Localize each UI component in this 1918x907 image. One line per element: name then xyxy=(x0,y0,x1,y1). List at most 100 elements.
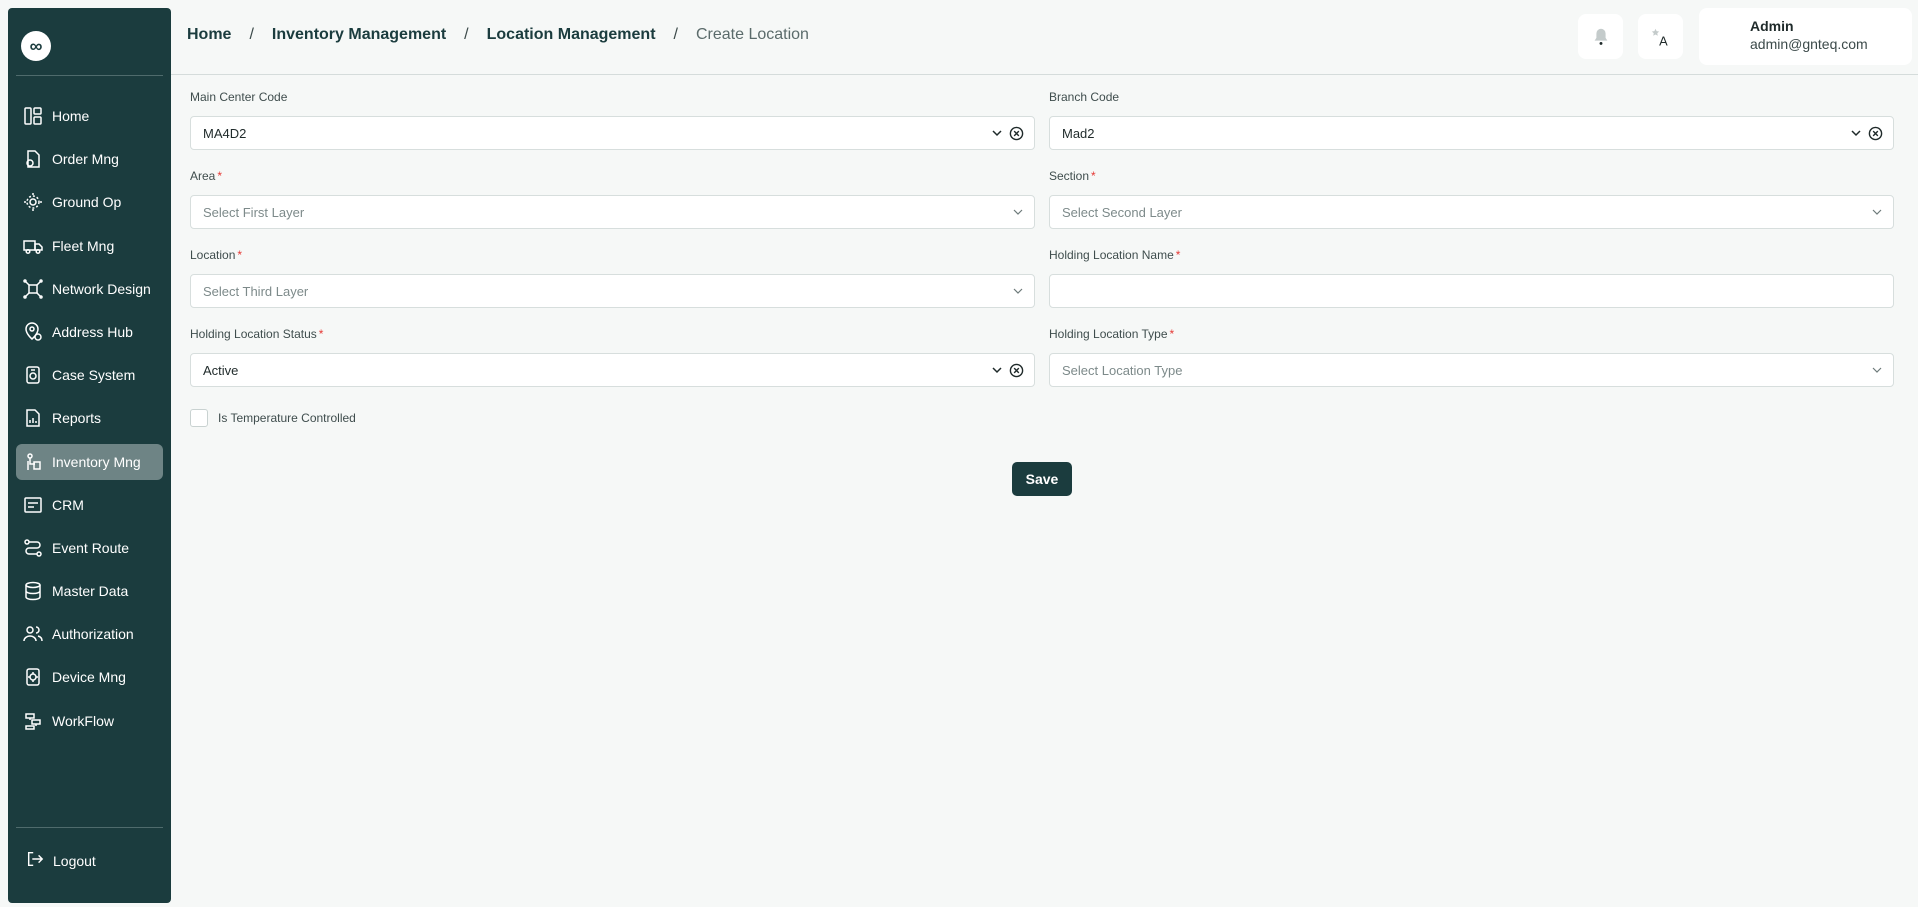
breadcrumb-separator: / xyxy=(464,26,469,43)
main-center-code-value: MA4D2 xyxy=(203,125,247,141)
sidebar-item-device-mng[interactable]: Device Mng xyxy=(16,659,163,695)
branch-code-select[interactable]: Mad2 xyxy=(1049,116,1894,150)
inventory-icon xyxy=(22,451,44,473)
truck-icon xyxy=(22,235,44,257)
clear-icon[interactable] xyxy=(1868,126,1883,141)
sidebar-item-ground-op[interactable]: Ground Op xyxy=(16,184,163,220)
users-icon xyxy=(22,623,44,645)
breadcrumb-location-management[interactable]: Location Management xyxy=(487,26,656,44)
holding-location-type-placeholder: Select Location Type xyxy=(1062,362,1183,378)
breadcrumb-inventory-management[interactable]: Inventory Management xyxy=(272,26,446,44)
svg-text:A: A xyxy=(1659,33,1668,48)
breadcrumb-separator: / xyxy=(249,26,254,43)
branch-code-value: Mad2 xyxy=(1062,125,1095,141)
holding-location-status-label: Holding Location Status * xyxy=(190,327,324,341)
section-label: Section * xyxy=(1049,169,1096,183)
sidebar-item-workflow[interactable]: WorkFlow xyxy=(16,703,163,739)
app-logo[interactable]: ∞ xyxy=(21,31,51,61)
report-icon xyxy=(22,407,44,429)
workflow-icon xyxy=(22,710,44,732)
sidebar-item-address-hub[interactable]: Address Hub xyxy=(16,314,163,350)
language-button[interactable]: A xyxy=(1638,14,1683,59)
location-select[interactable]: Select Third Layer xyxy=(190,274,1035,308)
translate-icon: A xyxy=(1651,28,1668,48)
temperature-controlled-label: Is Temperature Controlled xyxy=(218,411,356,425)
sidebar-item-authorization[interactable]: Authorization xyxy=(16,616,163,652)
temperature-controlled-checkbox[interactable] xyxy=(190,409,208,427)
notifications-button[interactable] xyxy=(1578,14,1623,59)
sidebar-item-label: Order Mng xyxy=(52,151,119,168)
sidebar-item-crm[interactable]: CRM xyxy=(16,487,163,523)
sidebar-item-label: Authorization xyxy=(52,626,134,643)
holding-location-status-field: Holding Location Status * Active xyxy=(190,327,1035,387)
sidebar-item-home[interactable]: Home xyxy=(16,98,163,134)
area-select[interactable]: Select First Layer xyxy=(190,195,1035,229)
sidebar-item-label: CRM xyxy=(52,496,84,513)
area-label: Area * xyxy=(190,169,223,183)
top-header: Home / Inventory Management / Location M… xyxy=(171,0,1918,75)
clear-icon[interactable] xyxy=(1009,126,1024,141)
bell-icon xyxy=(1594,28,1607,45)
logout-label: Logout xyxy=(53,852,96,869)
clear-icon[interactable] xyxy=(1009,363,1024,378)
branch-code-label: Branch Code xyxy=(1049,90,1120,104)
area-field: Area * Select First Layer xyxy=(190,169,1035,229)
sidebar-item-inventory-mng[interactable]: Inventory Mng xyxy=(16,443,163,480)
sidebar-item-case-system[interactable]: Case System xyxy=(16,357,163,393)
holding-location-type-field: Holding Location Type * Select Location T… xyxy=(1049,327,1894,387)
database-icon xyxy=(22,580,44,602)
sidebar-item-label: Home xyxy=(52,108,90,124)
branch-code-field: Branch Code Mad2 xyxy=(1049,90,1894,150)
sidebar-divider-top xyxy=(16,75,163,76)
sidebar-item-label: WorkFlow xyxy=(52,712,114,729)
breadcrumb-home[interactable]: Home xyxy=(187,26,231,44)
sidebar-divider-bottom xyxy=(16,827,163,828)
temperature-controlled-row[interactable]: Is Temperature Controlled xyxy=(190,409,356,427)
sidebar-item-label: Address Hub xyxy=(52,323,133,340)
section-placeholder: Select Second Layer xyxy=(1062,204,1182,220)
logout-button[interactable]: Logout xyxy=(26,850,96,871)
chevron-down-icon xyxy=(992,130,1002,137)
location-field: Location * Select Third Layer xyxy=(190,248,1035,308)
holding-location-name-wrapper xyxy=(1049,274,1894,308)
chevron-down-icon xyxy=(1013,209,1023,215)
user-profile-card[interactable]: Admin admin@gnteq.com xyxy=(1699,8,1912,65)
ground-op-icon xyxy=(22,191,44,213)
sidebar-item-label: Event Route xyxy=(52,539,130,556)
sidebar-item-master-data[interactable]: Master Data xyxy=(16,573,163,609)
route-icon xyxy=(22,537,44,559)
sidebar-item-label: Case System xyxy=(52,367,136,384)
location-label: Location * xyxy=(190,248,243,262)
user-email: admin@gnteq.com xyxy=(1750,36,1868,52)
breadcrumb-current-page: Create Location xyxy=(695,26,809,43)
sidebar-item-label: Fleet Mng xyxy=(52,237,115,254)
area-placeholder: Select First Layer xyxy=(203,204,305,220)
chevron-down-icon xyxy=(1851,130,1861,137)
sidebar-item-reports[interactable]: Reports xyxy=(16,400,163,436)
crm-icon xyxy=(22,494,44,516)
section-select[interactable]: Select Second Layer xyxy=(1049,195,1894,229)
holding-location-type-select[interactable]: Select Location Type xyxy=(1049,353,1894,387)
sidebar-item-label: Ground Op xyxy=(52,194,122,211)
location-pin-icon xyxy=(22,321,44,343)
network-icon xyxy=(22,278,44,300)
main-center-code-label: Main Center Code xyxy=(190,90,288,104)
sidebar-item-label: Network Design xyxy=(52,280,151,297)
main-center-code-field: Main Center Code MA4D2 xyxy=(190,90,1035,150)
sidebar: ∞ Home Order Mng Ground Op Fleet Mng Net… xyxy=(8,8,171,903)
sidebar-item-label: Device Mng xyxy=(52,669,126,686)
save-button[interactable]: Save xyxy=(1012,462,1072,496)
order-icon xyxy=(22,148,44,170)
sidebar-item-fleet-mng[interactable]: Fleet Mng xyxy=(16,228,163,264)
logout-icon xyxy=(26,850,53,871)
holding-location-status-select[interactable]: Active xyxy=(190,353,1035,387)
main-center-code-select[interactable]: MA4D2 xyxy=(190,116,1035,150)
sidebar-item-label: Master Data xyxy=(52,583,129,600)
sidebar-item-network-design[interactable]: Network Design xyxy=(16,271,163,307)
holding-location-name-input[interactable] xyxy=(1062,274,1893,308)
logo-infinity-icon: ∞ xyxy=(29,36,43,56)
sidebar-item-event-route[interactable]: Event Route xyxy=(16,530,163,566)
sidebar-item-label: Reports xyxy=(52,410,102,427)
holding-location-name-field: Holding Location Name * xyxy=(1049,248,1894,308)
sidebar-item-order-mng[interactable]: Order Mng xyxy=(16,141,163,177)
